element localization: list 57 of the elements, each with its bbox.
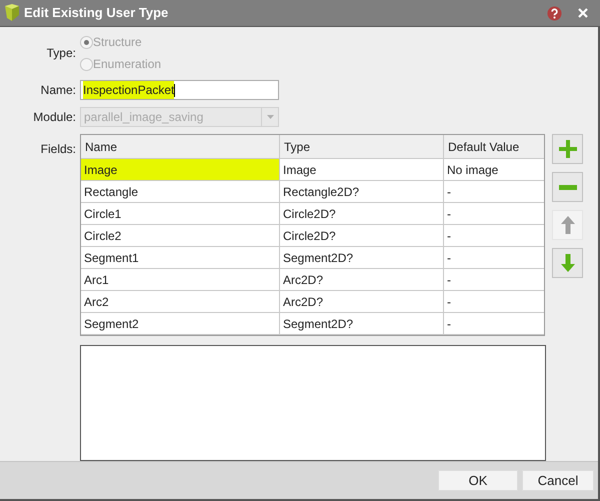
table-cell: Segment2	[81, 313, 280, 334]
table-cell: Arc2D?	[280, 269, 444, 290]
table-cell: Segment2D?	[280, 247, 444, 268]
radio-label: Enumeration	[93, 56, 162, 74]
column-header[interactable]: Type	[280, 135, 444, 158]
cancel-button[interactable]: Cancel	[522, 470, 594, 492]
table-row[interactable]: Circle1 Circle2D? -	[81, 203, 544, 226]
table-cell: Circle2	[81, 225, 280, 246]
close-icon[interactable]	[578, 8, 588, 18]
table-cell: Image	[81, 159, 280, 180]
logo-icon	[4, 4, 20, 22]
table-cell-text: No image	[446, 162, 500, 179]
caret-icon	[266, 115, 274, 120]
plus-icon	[558, 140, 576, 158]
table-cell: Arc2D?	[280, 291, 444, 312]
table-cell-text: -	[446, 294, 452, 311]
table-cell-text: -	[446, 272, 452, 289]
table-row[interactable]: Arc2 Arc2D? -	[81, 291, 544, 314]
fields-label: Fields:	[40, 142, 76, 156]
table-cell-text: -	[446, 228, 452, 245]
arrow-up-icon	[560, 216, 574, 234]
arrow-down-icon	[560, 254, 574, 272]
table-row[interactable]: Arc1 Arc2D? -	[81, 269, 544, 292]
table-cell-text: -	[446, 250, 452, 267]
column-header[interactable]: Name	[81, 135, 280, 158]
description-box[interactable]	[80, 345, 546, 462]
table-cell: Arc2	[81, 291, 280, 312]
window-title: Edit Existing User Type	[24, 4, 170, 22]
table-cell-text: -	[446, 184, 452, 201]
table-cell-text: -	[446, 206, 452, 223]
table-cell: Arc1	[81, 269, 280, 290]
table-cell: Segment1	[81, 247, 280, 268]
add-button[interactable]	[552, 134, 583, 164]
table-cell: Segment2D?	[280, 313, 444, 334]
move-down-button[interactable]	[552, 248, 583, 278]
name-label: Name:	[40, 83, 76, 98]
table-row[interactable]: Circle2 Circle2D? -	[81, 225, 544, 248]
table-cell: Image	[280, 159, 444, 180]
table-cell: Circle2D?	[280, 203, 444, 224]
table-row[interactable]: Image Image No image	[81, 159, 544, 182]
radio-label: Structure	[93, 34, 142, 52]
help-icon[interactable]	[547, 6, 562, 21]
minus-icon	[558, 184, 576, 190]
module-label: Module:	[33, 110, 76, 124]
column-header[interactable]: Default Value	[444, 135, 544, 158]
table-cell: Rectangle2D?	[280, 181, 444, 202]
table-row[interactable]: Segment2 Segment2D? -	[81, 313, 544, 336]
table-cell: Circle2D?	[280, 225, 444, 246]
ok-button[interactable]: OK	[438, 470, 518, 492]
table-row[interactable]: Segment1 Segment2D? -	[81, 247, 544, 270]
table-cell-text: -	[446, 316, 452, 333]
name-field[interactable]: InspectionPacket	[80, 80, 279, 100]
remove-button[interactable]	[552, 172, 583, 202]
table-cell: Rectangle	[81, 181, 280, 202]
type-label: Type:	[46, 45, 76, 62]
table-row[interactable]: Rectangle Rectangle2D? -	[81, 181, 544, 204]
table-cell: Circle1	[81, 203, 280, 224]
